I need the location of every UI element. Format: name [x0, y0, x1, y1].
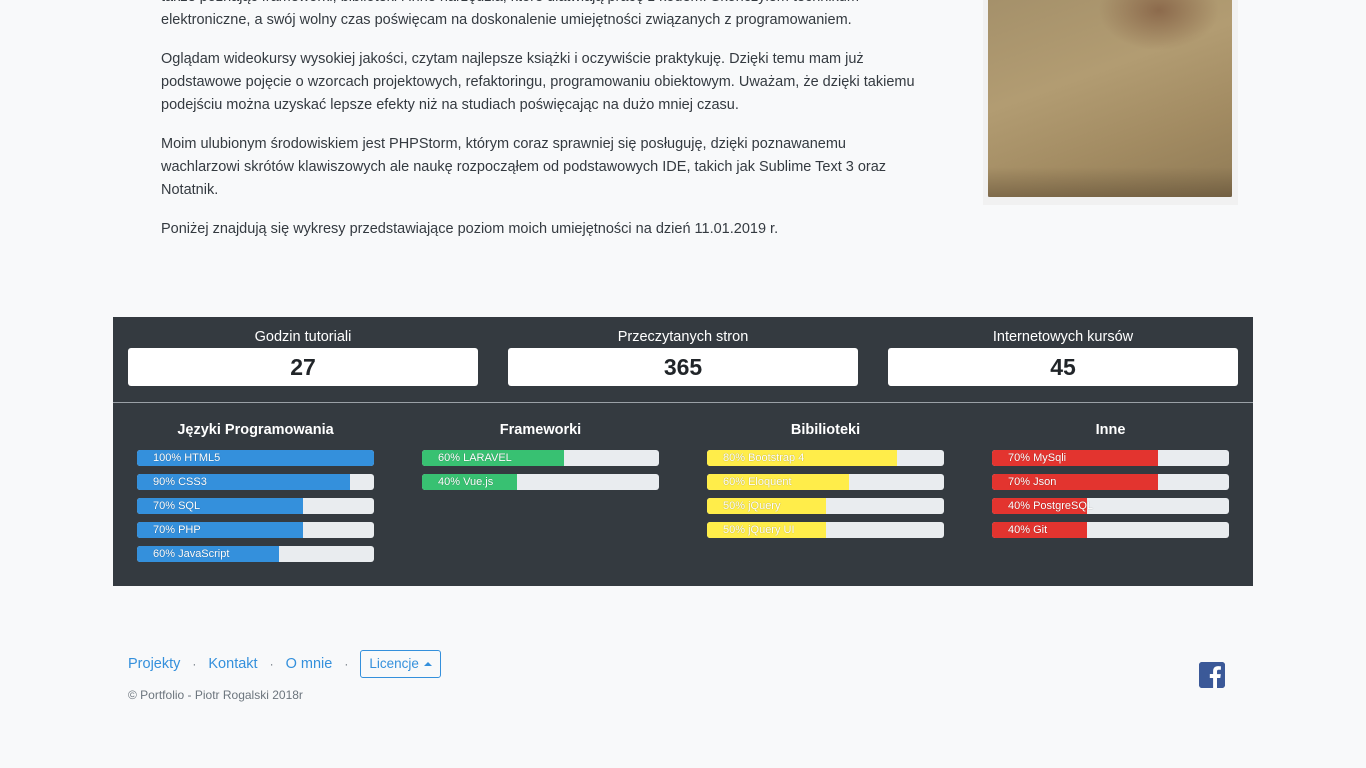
about-paragraph-2: Oglądam wideokursy wysokiej jakości, czy…	[161, 51, 915, 113]
skills-panel: Godzin tutoriali 27 Przeczytanych stron …	[113, 317, 1253, 586]
footer-link-projects[interactable]: Projekty	[128, 656, 180, 672]
skill-column-title: Inne	[1095, 422, 1126, 438]
footer-link-about[interactable]: O mnie	[286, 656, 333, 672]
skill-bar-label: 40% PostgreSQL	[1008, 500, 1093, 512]
skill-bar-label: 70% SQL	[153, 500, 201, 512]
skill-bar: 50% jQuery	[707, 498, 944, 514]
caret-up-icon	[423, 662, 432, 666]
skill-bar-label: 70% PHP	[153, 524, 201, 536]
footer-separator: ·	[269, 657, 274, 671]
skill-bar: 50% jQuery UI	[707, 522, 944, 538]
skill-bar: 80% Bootstrap 4	[707, 450, 944, 466]
stat-value: 27	[128, 348, 478, 386]
footer-separator: ·	[192, 657, 197, 671]
footer-link-contact[interactable]: Kontakt	[208, 656, 257, 672]
skill-bar: 40% PostgreSQL	[992, 498, 1229, 514]
footer-separator: ·	[344, 657, 349, 671]
skill-bar: 60% LARAVEL	[422, 450, 659, 466]
about-paragraph-4: Poniżej znajdują się wykresy przedstawia…	[161, 221, 779, 237]
skill-bar-label: 60% Eloquent	[723, 476, 792, 488]
skill-bar-label: 50% jQuery	[723, 500, 781, 512]
skill-bar-label: 50% jQuery UI	[723, 524, 795, 536]
stat-online-courses: Internetowych kursów 45	[888, 327, 1238, 386]
skill-bar-label: 90% CSS3	[153, 476, 207, 488]
skill-bar: 40% Git	[992, 522, 1229, 538]
skill-bar-label: 40% Vue.js	[438, 476, 494, 488]
skill-bar-label: 60% JavaScript	[153, 548, 230, 560]
skill-bar: 70% MySqli	[992, 450, 1229, 466]
about-paragraph-3: Moim ulubionym środowiskiem jest PHPStor…	[161, 136, 887, 198]
skill-column-other: Inne 70% MySqli 70% Json 40% PostgreSQL 40%…	[992, 421, 1229, 546]
profile-photo	[983, 0, 1238, 205]
license-label: Licencje	[369, 656, 419, 671]
skill-column-libraries: Bibilioteki 80% Bootstrap 4 60% Eloquent 5…	[707, 421, 944, 546]
skill-column-languages: Języki Programowania 100% HTML5 90% CSS3 7…	[137, 421, 374, 570]
skill-bar-label: 70% MySqli	[1008, 452, 1067, 464]
profile-photo-image	[988, 0, 1232, 197]
stat-label: Godzin tutoriali	[254, 329, 352, 345]
stat-tutorial-hours: Godzin tutoriali 27	[128, 327, 478, 386]
facebook-icon[interactable]	[1199, 662, 1225, 688]
stat-label: Przeczytanych stron	[617, 329, 749, 345]
skill-bar-label: 70% Json	[1008, 476, 1057, 488]
skill-bar: 90% CSS3	[137, 474, 374, 490]
copyright-text: © Portfolio - Piotr Rogalski 2018r	[128, 688, 303, 702]
skill-column-frameworks: Frameworki 60% LARAVEL 40% Vue.js	[422, 421, 659, 498]
skill-column-title: Bibilioteki	[790, 422, 861, 438]
skill-bar-label: 40% Git	[1008, 524, 1048, 536]
skill-bar-label: 60% LARAVEL	[438, 452, 512, 464]
footer-nav: Projekty · Kontakt · O mnie · Licencje	[128, 650, 441, 678]
stat-value: 365	[508, 348, 858, 386]
skill-bar-label: 100% HTML5	[153, 452, 221, 464]
skill-bar: 100% HTML5	[137, 450, 374, 466]
license-dropdown-button[interactable]: Licencje	[360, 650, 441, 678]
skill-bar: 40% Vue.js	[422, 474, 659, 490]
about-paragraph-1: także poznając frameworki, biblioteki i …	[161, 0, 859, 28]
skill-column-title: Frameworki	[499, 422, 582, 438]
stat-pages-read: Przeczytanych stron 365	[508, 327, 858, 386]
skill-bar: 70% PHP	[137, 522, 374, 538]
skill-bar: 60% JavaScript	[137, 546, 374, 562]
stat-label: Internetowych kursów	[992, 329, 1134, 345]
panel-divider	[113, 402, 1253, 403]
stat-value: 45	[888, 348, 1238, 386]
skill-bar: 70% Json	[992, 474, 1229, 490]
skill-bar: 70% SQL	[137, 498, 374, 514]
skill-bar: 60% Eloquent	[707, 474, 944, 490]
skill-bar-label: 80% Bootstrap 4	[723, 452, 805, 464]
skill-column-title: Języki Programowania	[177, 422, 334, 438]
about-text: także poznając frameworki, biblioteki i …	[161, 0, 921, 257]
